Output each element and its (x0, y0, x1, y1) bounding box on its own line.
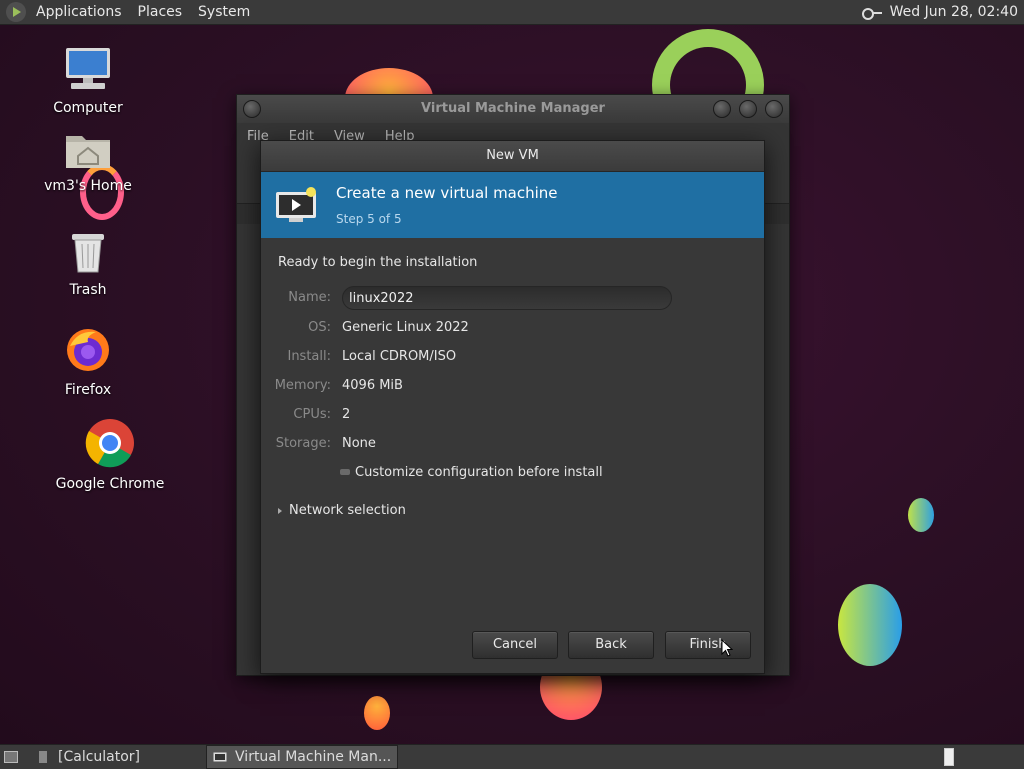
dialog-banner: Create a new virtual machine Step 5 of 5 (261, 172, 764, 238)
taskbar-item-calculator[interactable]: [Calculator] (30, 746, 146, 768)
desktop-icon-firefox[interactable]: Firefox (33, 326, 143, 398)
vmm-titlebar[interactable]: Virtual Machine Manager (237, 95, 789, 123)
network-selection-label: Network selection (289, 503, 406, 518)
storage-row: Storage: None (261, 432, 764, 456)
banner-step: Step 5 of 5 (336, 212, 402, 226)
desktop-icon-chrome[interactable]: Google Chrome (55, 418, 165, 492)
workspace-switcher[interactable] (944, 748, 954, 766)
ready-text: Ready to begin the installation (278, 255, 478, 270)
os-label: OS: (308, 320, 331, 335)
desktop-icon-label: Trash (69, 282, 107, 298)
desktop-icon-label: Computer (53, 100, 123, 116)
menu-system[interactable]: System (190, 4, 258, 20)
customize-label[interactable]: Customize configuration before install (355, 461, 603, 485)
expander-arrow-icon (278, 507, 282, 514)
desktop-icon-home[interactable]: vm3's Home (33, 130, 143, 194)
top-panel-tray: Wed Jun 28, 02:40 (861, 4, 1024, 20)
desktop-icon-trash[interactable]: Trash (33, 230, 143, 298)
memory-label: Memory: (274, 378, 331, 393)
top-menu: Applications Places System (28, 0, 258, 24)
os-value: Generic Linux 2022 (342, 320, 469, 335)
vmm-icon (213, 752, 227, 762)
close-button[interactable] (765, 100, 783, 118)
dialog-titlebar[interactable]: New VM (261, 141, 764, 172)
menu-applications[interactable]: Applications (28, 4, 130, 20)
banner-title: Create a new virtual machine (336, 184, 558, 202)
minimize-button[interactable] (713, 100, 731, 118)
show-desktop-icon[interactable] (4, 751, 18, 763)
cpus-value: 2 (342, 407, 351, 422)
cpus-row: CPUs: 2 (261, 403, 764, 427)
maximize-button[interactable] (739, 100, 757, 118)
customize-row[interactable]: Customize configuration before install (261, 461, 764, 485)
network-selection-expander[interactable]: Network selection (278, 503, 406, 518)
memory-row: Memory: 4096 MiB (261, 374, 764, 398)
memory-value: 4096 MiB (342, 378, 403, 393)
desktop-icon-label: Google Chrome (55, 476, 165, 492)
top-panel: Applications Places System Wed Jun 28, 0… (0, 0, 1024, 25)
name-field[interactable] (342, 286, 672, 310)
cancel-button[interactable]: Cancel (472, 631, 558, 659)
mouse-cursor-icon (721, 639, 733, 657)
window-menu-button[interactable] (243, 100, 261, 118)
os-row: OS: Generic Linux 2022 (261, 316, 764, 340)
new-vm-icon (276, 187, 316, 222)
decor-blob (838, 584, 902, 666)
computer-icon (66, 48, 110, 89)
calculator-icon (39, 751, 47, 763)
customize-checkbox[interactable] (340, 469, 350, 475)
decor-blob (364, 696, 390, 730)
firefox-icon (67, 329, 109, 371)
cpus-label: CPUs: (293, 407, 331, 422)
distro-logo-icon[interactable] (6, 2, 26, 22)
chrome-icon (85, 419, 134, 468)
storage-label: Storage: (275, 436, 331, 451)
home-folder-icon (66, 136, 110, 168)
vmm-title: Virtual Machine Manager (421, 101, 605, 116)
taskbar-item-label: Virtual Machine Man... (235, 749, 392, 765)
bottom-panel: [Calculator] Virtual Machine Man... (0, 744, 1024, 769)
name-row: Name: (261, 286, 764, 310)
new-vm-dialog: New VM Create a new virtual machine Step… (260, 140, 765, 674)
dialog-title: New VM (486, 148, 539, 163)
menu-places[interactable]: Places (130, 4, 191, 20)
desktop-icon-label: Firefox (64, 382, 112, 398)
desktop-icon-computer[interactable]: Computer (33, 46, 143, 116)
clock[interactable]: Wed Jun 28, 02:40 (890, 4, 1018, 20)
storage-value: None (342, 436, 376, 451)
key-icon[interactable] (861, 5, 882, 20)
desktop-icon-label: vm3's Home (44, 178, 132, 194)
install-row: Install: Local CDROM/ISO (261, 345, 764, 369)
taskbar-item-label: [Calculator] (58, 749, 141, 765)
install-label: Install: (287, 349, 331, 364)
trash-icon (72, 234, 104, 273)
decor-blob (908, 498, 934, 532)
install-value: Local CDROM/ISO (342, 349, 457, 364)
name-label: Name: (288, 290, 331, 305)
finish-button[interactable]: Finish (665, 631, 751, 659)
back-button[interactable]: Back (568, 631, 654, 659)
taskbar-item-vmm[interactable]: Virtual Machine Man... (206, 745, 399, 769)
